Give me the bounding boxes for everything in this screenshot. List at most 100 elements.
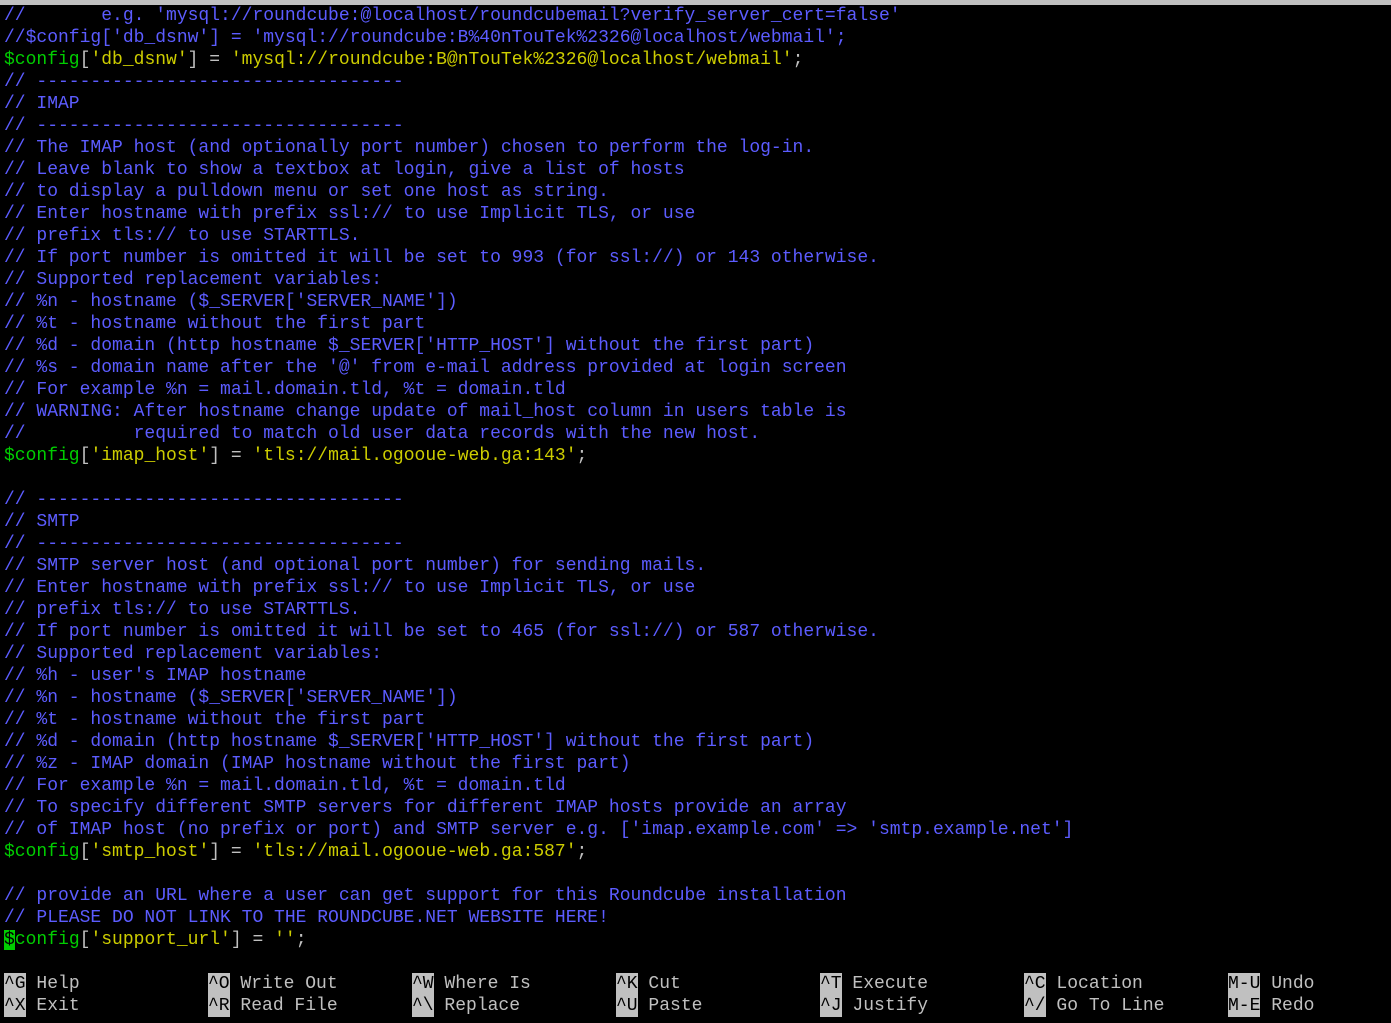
- shortcut-cut[interactable]: ^K Cut: [616, 973, 681, 995]
- text-cursor: $: [4, 930, 15, 950]
- code-text: [: [79, 50, 91, 70]
- code-line: // Leave blank to show a textbox at logi…: [4, 159, 1391, 181]
- code-comment: // of IMAP host (no prefix or port) and …: [4, 820, 1074, 840]
- code-text: [: [79, 930, 91, 950]
- code-comment: // Enter hostname with prefix ssl:// to …: [4, 204, 696, 224]
- shortcut-key: ^G: [4, 973, 26, 995]
- shortcut-undo[interactable]: M-U Undo: [1228, 973, 1314, 995]
- code-comment: // ----------------------------------: [4, 490, 404, 510]
- shortcut-justify[interactable]: ^J Justify: [820, 995, 928, 1017]
- code-line: // provide an URL where a user can get s…: [4, 885, 1391, 907]
- code-line: // If port number is omitted it will be …: [4, 621, 1391, 643]
- code-line: // ----------------------------------: [4, 115, 1391, 137]
- code-string: 'smtp_host': [90, 842, 210, 862]
- code-comment: // Leave blank to show a textbox at logi…: [4, 160, 685, 180]
- shortcut-key: ^R: [208, 995, 230, 1017]
- code-comment: // e.g. 'mysql://roundcube:@localhost/ro…: [4, 6, 901, 26]
- code-line: // SMTP server host (and optional port n…: [4, 555, 1391, 577]
- shortcut-key: ^K: [616, 973, 638, 995]
- code-line: // %n - hostname ($_SERVER['SERVER_NAME'…: [4, 291, 1391, 313]
- code-comment: // SMTP: [4, 512, 80, 532]
- code-line: // Enter hostname with prefix ssl:// to …: [4, 203, 1391, 225]
- code-line: // %h - user's IMAP hostname: [4, 665, 1391, 687]
- shortcut-help[interactable]: ^G Help: [4, 973, 80, 995]
- code-text: ] =: [209, 446, 253, 466]
- code-text: ;: [792, 50, 804, 70]
- shortcut-key: ^X: [4, 995, 26, 1017]
- shortcut-location[interactable]: ^C Location: [1024, 973, 1143, 995]
- shortcut-replace[interactable]: ^\ Replace: [412, 995, 520, 1017]
- code-string: 'tls://mail.ogooue-web.ga:587': [252, 842, 577, 862]
- shortcut-label: Read File: [240, 996, 338, 1016]
- code-line: $config['smtp_host'] = 'tls://mail.ogoou…: [4, 841, 1391, 863]
- code-text: ] =: [209, 842, 253, 862]
- code-line: // If port number is omitted it will be …: [4, 247, 1391, 269]
- shortcut-key: ^O: [208, 973, 230, 995]
- code-text: ;: [576, 842, 588, 862]
- shortcut-read-file[interactable]: ^R Read File: [208, 995, 338, 1017]
- code-comment: // Supported replacement variables:: [4, 270, 383, 290]
- code-comment: // %d - domain (http hostname $_SERVER['…: [4, 336, 815, 356]
- code-string: 'mysql://roundcube:B@nTouTek%2326@localh…: [230, 50, 793, 70]
- code-comment: //$config['db_dsnw'] = 'mysql://roundcub…: [4, 28, 847, 48]
- shortcut-label: Justify: [852, 996, 929, 1016]
- code-line: // prefix tls:// to use STARTTLS.: [4, 599, 1391, 621]
- code-text: ;: [295, 930, 307, 950]
- editor-text-area[interactable]: // e.g. 'mysql://roundcube:@localhost/ro…: [4, 5, 1391, 951]
- code-line: // %n - hostname ($_SERVER['SERVER_NAME'…: [4, 687, 1391, 709]
- shortcut-label: Cut: [648, 974, 681, 994]
- shortcut-label: Execute: [852, 974, 929, 994]
- code-line: //$config['db_dsnw'] = 'mysql://roundcub…: [4, 27, 1391, 49]
- shortcut-label: Help: [36, 974, 80, 994]
- shortcut-key: ^C: [1024, 973, 1046, 995]
- code-comment: // Enter hostname with prefix ssl:// to …: [4, 578, 696, 598]
- code-line: // SMTP: [4, 511, 1391, 533]
- code-comment: // to display a pulldown menu or set one…: [4, 182, 609, 202]
- shortcut-label: Go To Line: [1056, 996, 1165, 1016]
- shortcut-write-out[interactable]: ^O Write Out: [208, 973, 338, 995]
- code-comment: // prefix tls:// to use STARTTLS.: [4, 226, 361, 246]
- code-text: [: [79, 446, 91, 466]
- code-line: // For example %n = mail.domain.tld, %t …: [4, 379, 1391, 401]
- code-line: // e.g. 'mysql://roundcube:@localhost/ro…: [4, 5, 1391, 27]
- code-comment: // %t - hostname without the first part: [4, 710, 426, 730]
- code-comment: // %z - IMAP domain (IMAP hostname witho…: [4, 754, 631, 774]
- code-line: // %s - domain name after the '@' from e…: [4, 357, 1391, 379]
- shortcut-exit[interactable]: ^X Exit: [4, 995, 80, 1017]
- code-line: // WARNING: After hostname change update…: [4, 401, 1391, 423]
- code-line: // Supported replacement variables:: [4, 269, 1391, 291]
- code-comment: // To specify different SMTP servers for…: [4, 798, 847, 818]
- shortcut-key: M-U: [1228, 973, 1261, 995]
- code-line: $config['imap_host'] = 'tls://mail.ogoou…: [4, 445, 1391, 467]
- shortcut-key: ^W: [412, 973, 434, 995]
- code-line: // %t - hostname without the first part: [4, 709, 1391, 731]
- code-comment: // Supported replacement variables:: [4, 644, 383, 664]
- code-comment: // %s - domain name after the '@' from e…: [4, 358, 847, 378]
- code-line: // %z - IMAP domain (IMAP hostname witho…: [4, 753, 1391, 775]
- code-line: // ----------------------------------: [4, 533, 1391, 555]
- code-comment: // For example %n = mail.domain.tld, %t …: [4, 380, 566, 400]
- code-text: [: [79, 842, 91, 862]
- shortcut-key: ^T: [820, 973, 842, 995]
- shortcut-bar: ^G Help ^O Write Out ^W Where Is ^K Cut ^T E…: [4, 973, 1391, 1017]
- shortcut-paste[interactable]: ^U Paste: [616, 995, 702, 1017]
- code-comment: // For example %n = mail.domain.tld, %t …: [4, 776, 566, 796]
- code-comment: // provide an URL where a user can get s…: [4, 886, 847, 906]
- code-comment: // %n - hostname ($_SERVER['SERVER_NAME'…: [4, 688, 458, 708]
- code-variable: $config: [4, 842, 80, 862]
- code-comment: // prefix tls:// to use STARTTLS.: [4, 600, 361, 620]
- code-string: '': [274, 930, 296, 950]
- shortcut-go-to-line[interactable]: ^/ Go To Line: [1024, 995, 1164, 1017]
- code-line: // %d - domain (http hostname $_SERVER['…: [4, 731, 1391, 753]
- code-string: 'tls://mail.ogooue-web.ga:143': [252, 446, 577, 466]
- code-line: // %t - hostname without the first part: [4, 313, 1391, 335]
- code-comment: // required to match old user data recor…: [4, 424, 761, 444]
- code-string: 'db_dsnw': [90, 50, 188, 70]
- shortcut-key: ^J: [820, 995, 842, 1017]
- code-comment: // The IMAP host (and optionally port nu…: [4, 138, 815, 158]
- code-comment: // %h - user's IMAP hostname: [4, 666, 307, 686]
- shortcut-redo[interactable]: M-E Redo: [1228, 995, 1314, 1017]
- shortcut-execute[interactable]: ^T Execute: [820, 973, 928, 995]
- code-line: $config['support_url'] = '';: [4, 929, 1391, 951]
- shortcut-where-is[interactable]: ^W Where Is: [412, 973, 531, 995]
